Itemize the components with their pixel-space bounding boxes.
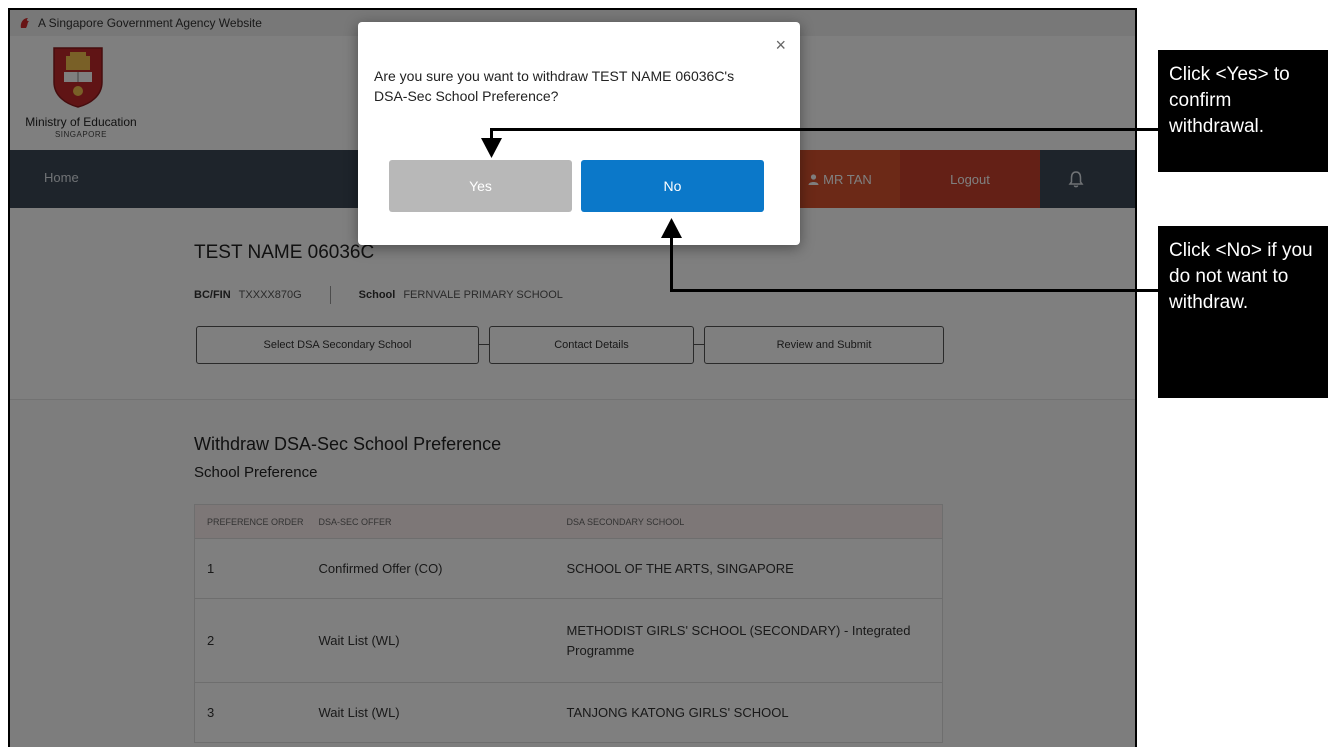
callout-no-leader bbox=[670, 289, 1158, 292]
screenshot-frame: A Singapore Government Agency Website Mi… bbox=[8, 8, 1137, 747]
arrow-down-icon bbox=[481, 138, 502, 158]
callout-yes: Click <Yes> to confirm withdrawal. bbox=[1158, 50, 1328, 172]
confirm-withdraw-dialog: × Are you sure you want to withdraw TEST… bbox=[358, 22, 800, 245]
arrow-up-icon bbox=[661, 218, 682, 238]
close-icon[interactable]: × bbox=[775, 36, 786, 54]
callout-no-leader bbox=[670, 234, 673, 292]
callout-yes-leader bbox=[490, 128, 1158, 131]
callout-no: Click <No> if you do not want to withdra… bbox=[1158, 226, 1328, 398]
yes-button[interactable]: Yes bbox=[389, 160, 572, 212]
dialog-message: Are you sure you want to withdraw TEST N… bbox=[374, 68, 735, 104]
no-button[interactable]: No bbox=[581, 160, 764, 212]
